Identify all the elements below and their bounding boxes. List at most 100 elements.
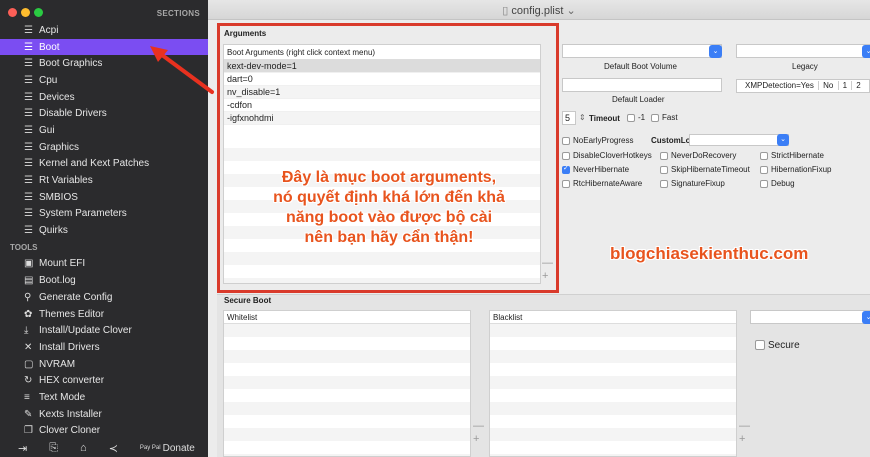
minimize-window-button[interactable] [21,8,30,17]
legacy-select[interactable] [736,44,870,58]
sidebar-item-rt-variables[interactable]: ☰ Rt Variables [0,172,208,189]
remove-whitelist-button[interactable]: — [473,420,484,432]
checkbox-icon [760,165,768,174]
checkbox-never-hibernate[interactable]: ✓ NeverHibernate [562,165,629,174]
blacklist-table[interactable]: Blacklist [489,310,737,457]
sidebar-item-graphics[interactable]: ☰ Graphics [0,139,208,156]
export-icon[interactable]: ⇥ [18,442,27,455]
timeout-label: Timeout [589,114,620,123]
list-icon: ☰ [24,41,33,53]
checkbox-signature-fixup[interactable]: SignatureFixup [660,179,725,188]
tool-label: Boot.log [39,275,76,287]
sidebar-item-label: Cpu [39,74,58,86]
refresh-icon: ↻ [24,375,33,387]
palette-icon: ✿ [24,308,33,320]
donate-label: Donate [162,442,195,454]
no-early-progress-checkbox[interactable]: NoEarlyProgress [562,136,633,145]
secure-checkbox[interactable]: Secure [755,340,800,351]
chip-icon: ▢ [24,358,34,370]
share-icon[interactable]: ≺ [109,442,118,455]
zoom-window-button[interactable] [34,8,43,17]
tool-generate-config[interactable]: ⚲ Generate Config [0,289,208,306]
sidebar-item-label: System Parameters [39,208,127,220]
install-icon: ⤓ [24,325,29,337]
checkbox-icon [660,151,668,160]
whitelist-table[interactable]: Whitelist [223,310,471,457]
checkbox-strict-hibernate[interactable]: StrictHibernate [760,151,824,160]
tool-nvram[interactable]: ▢ NVRAM [0,356,208,373]
blacklist-header: Blacklist [490,311,736,324]
chevron-down-icon[interactable]: ⌄ [566,5,575,17]
disk-icon: ▣ [24,258,34,270]
chevron-down-icon[interactable]: ⌄ [862,45,870,58]
checkbox-icon [562,136,570,145]
sidebar-item-label: Kernel and Kext Patches [39,158,150,170]
default-boot-volume-select[interactable] [562,44,722,58]
highlight-box [217,23,559,293]
no-early-progress-label: NoEarlyProgress [573,136,634,145]
checkbox-skip-hibernate-timeout[interactable]: SkipHibernateTimeout [660,165,750,174]
tool-themes-editor[interactable]: ✿ Themes Editor [0,306,208,323]
custom-logo-select[interactable] [689,134,789,146]
legacy-values-field[interactable]: XMPDetection=Yes No 1 2 [736,79,870,93]
chevron-down-icon[interactable]: ⌄ [709,45,722,58]
tool-kexts-installer[interactable]: ✎ Kexts Installer [0,406,208,423]
tool-clover-cloner[interactable]: ❐ Clover Cloner [0,423,208,440]
checkbox-label: NeverDoRecovery [671,151,737,160]
add-blacklist-button[interactable]: + [739,433,745,445]
fast-checkbox[interactable]: Fast [651,113,678,122]
sidebar-item-disable-drivers[interactable]: ☰ Disable Drivers [0,105,208,122]
checkbox-rtc-hibernate-aware[interactable]: RtcHibernateAware [562,179,642,188]
checkbox-hibernation-fixup[interactable]: HibernationFixup [760,165,831,174]
timeout-field[interactable]: 5 [562,111,576,125]
document-icon: ▯ [502,5,509,17]
donate-button[interactable]: Pay Pal Donate [140,443,195,454]
legacy-2-value: 2 [851,81,861,90]
sidebar-item-acpi[interactable]: ☰ Acpi [0,22,208,39]
tool-install-update-clover[interactable]: ⤓ Install/Update Clover [0,322,208,339]
window-title: config.plist [511,5,564,17]
default-loader-field[interactable] [562,78,722,92]
wrench-icon: ✎ [24,408,33,420]
sidebar-item-quirks[interactable]: ☰ Quirks [0,222,208,239]
tool-install-drivers[interactable]: ✕ Install Drivers [0,339,208,356]
share-doc-icon[interactable]: ⎘ [49,442,58,455]
chevron-down-icon[interactable]: ⌄ [862,311,870,324]
list-icon: ☰ [24,58,33,70]
close-window-button[interactable] [8,8,17,17]
add-whitelist-button[interactable]: + [473,433,479,445]
remove-blacklist-button[interactable]: — [739,420,750,432]
checkbox-disable-clover-hotkeys[interactable]: DisableCloverHotkeys [562,151,652,160]
checkbox-debug[interactable]: Debug [760,179,795,188]
annotation-line: nên bạn hãy cẩn thận! [304,229,474,246]
sidebar-item-kernel-kext-patches[interactable]: ☰ Kernel and Kext Patches [0,156,208,173]
text-icon: ≡ [24,391,30,403]
tool-label: Mount EFI [39,258,86,270]
sidebar-item-gui[interactable]: ☰ Gui [0,122,208,139]
list-icon: ☰ [24,208,33,220]
checkbox-never-do-recovery[interactable]: NeverDoRecovery [660,151,736,160]
chevron-down-icon[interactable]: ⌄ [777,134,789,146]
tool-label: Kexts Installer [39,408,102,420]
timeout-stepper[interactable]: ⇕ [579,113,586,122]
checkbox-icon [660,179,668,188]
tool-label: HEX converter [39,375,105,387]
sections-header: SECTIONS [156,9,200,18]
home-icon[interactable]: ⌂ [80,442,87,454]
tool-text-mode[interactable]: ≡ Text Mode [0,389,208,406]
list-icon: ☰ [24,74,33,86]
sidebar-item-label: Graphics [39,141,80,153]
watermark: blogchiasekienthuc.com [610,244,809,263]
tool-boot-log[interactable]: ▤ Boot.log [0,272,208,289]
tool-hex-converter[interactable]: ↻ HEX converter [0,372,208,389]
sidebar-item-label: Quirks [39,225,68,237]
sidebar-item-system-parameters[interactable]: ☰ System Parameters [0,206,208,223]
tool-mount-efi[interactable]: ▣ Mount EFI [0,256,208,273]
annotation-line: năng boot vào được bộ cài [285,209,493,226]
tool-label: Text Mode [39,391,86,403]
xmp-detection-value: XMPDetection=Yes [745,81,814,90]
minus-one-checkbox[interactable]: -1 [627,113,645,122]
secure-boot-policy-select[interactable] [750,310,870,324]
window-title-bar: ▯ config.plist ⌄ [208,0,870,20]
sidebar-item-smbios[interactable]: ☰ SMBIOS [0,189,208,206]
